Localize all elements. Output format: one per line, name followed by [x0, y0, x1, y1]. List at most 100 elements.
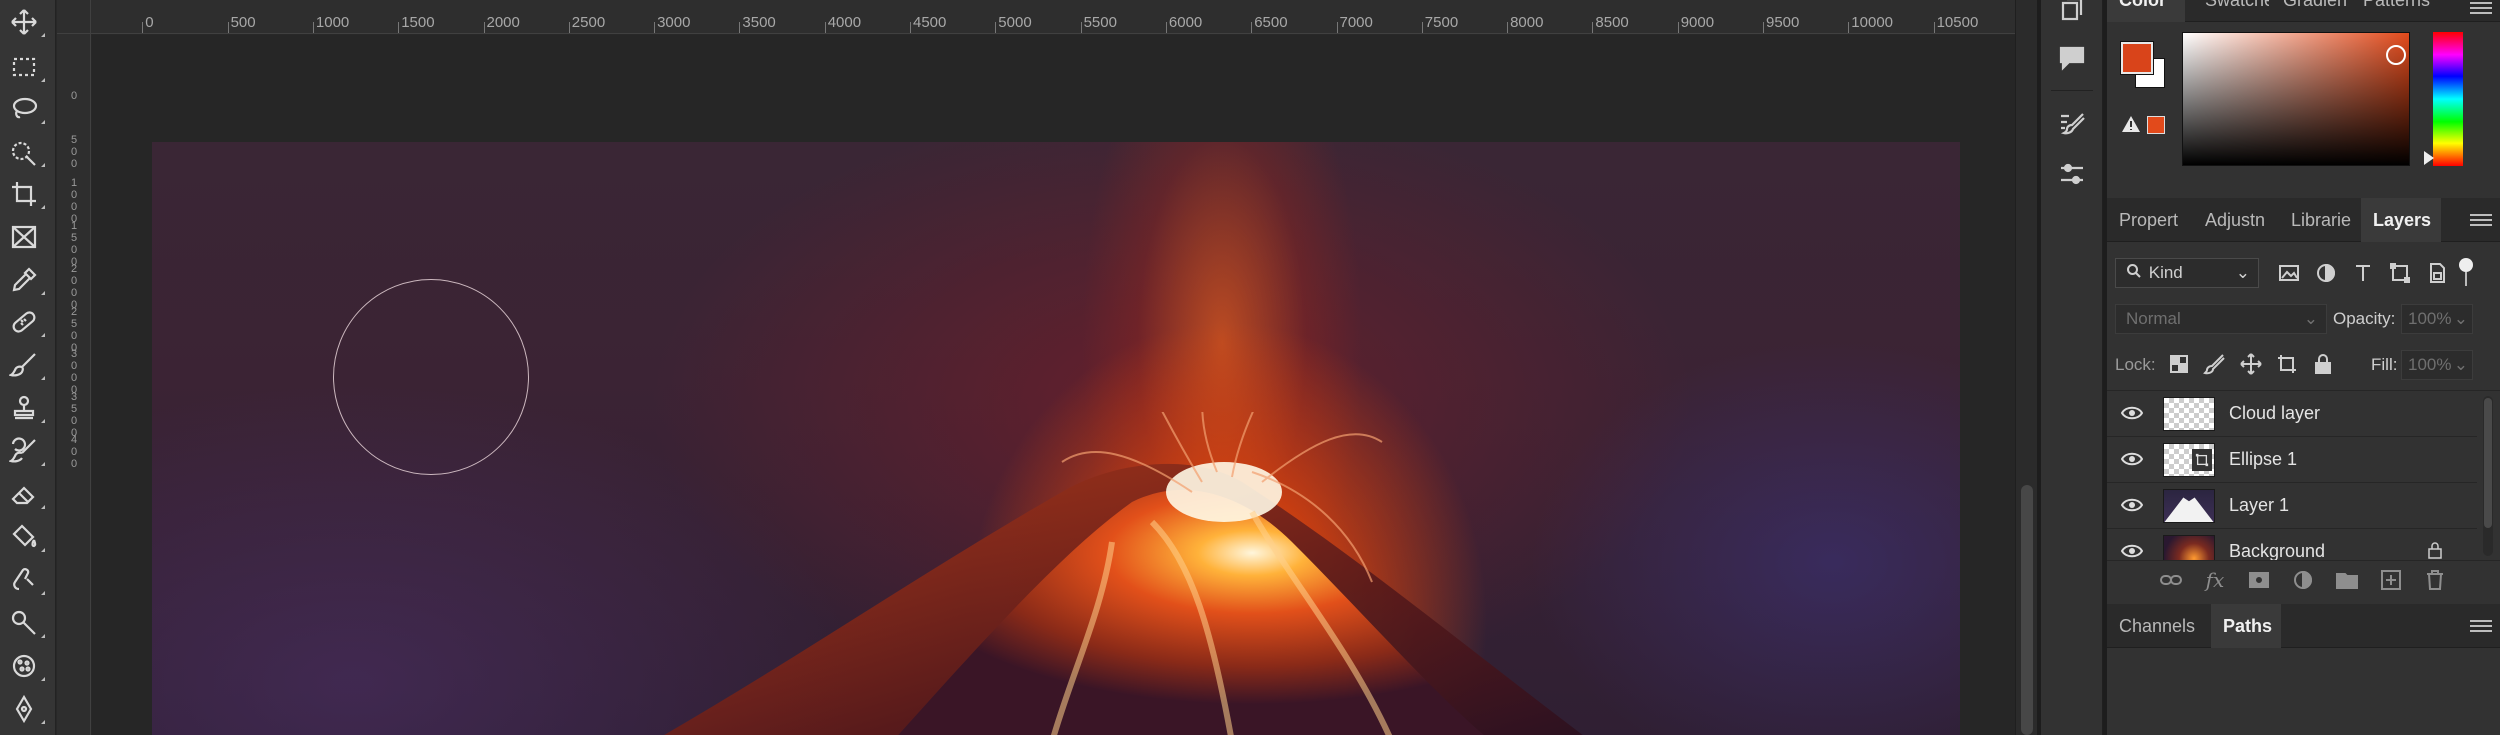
filter-type-layers-icon[interactable]	[2351, 261, 2375, 290]
eyedropper-tool-icon[interactable]	[6, 262, 45, 298]
fx-icon[interactable]: fx	[2201, 566, 2229, 594]
layer-filter-select[interactable]: Kind ⌄	[2115, 258, 2259, 288]
clone-stamp-tool-icon[interactable]	[6, 390, 45, 426]
hue-slider[interactable]	[2433, 32, 2463, 166]
tab-properties[interactable]: Propert	[2107, 198, 2193, 242]
link-layers-icon[interactable]	[2157, 566, 2185, 594]
scrollbar-thumb[interactable]	[2021, 485, 2033, 735]
horizontal-ruler[interactable]: 5000 500 1000 1500 2000 2500 3000 3500 4000 4500 5…	[57, 0, 2015, 34]
filter-toggle-stem	[2465, 272, 2467, 286]
lasso-tool-icon[interactable]	[6, 91, 45, 127]
ruler-tick-label: 6500	[1254, 14, 1288, 31]
opacity-input[interactable]: 100% ⌄	[2401, 304, 2473, 334]
history-brush-tool-icon[interactable]	[6, 433, 45, 469]
fill-input[interactable]: 100% ⌄	[2401, 350, 2473, 380]
crop-tool-icon[interactable]	[6, 176, 45, 212]
ruler-tick-mark	[995, 22, 997, 33]
layer-row-ellipse-1[interactable]: Ellipse 1	[2107, 437, 2477, 483]
tab-swatches[interactable]: Swatche	[2193, 0, 2269, 22]
healing-brush-tool-icon[interactable]	[6, 304, 45, 340]
quick-selection-tool-icon[interactable]	[6, 134, 45, 170]
tab-paths[interactable]: Paths	[2211, 604, 2281, 648]
filter-adjustment-layers-icon[interactable]	[2314, 261, 2338, 290]
layers-panel-menu-icon[interactable]	[2470, 214, 2492, 228]
hue-slider-handle[interactable]	[2424, 151, 2434, 165]
lock-image-pixels-icon[interactable]	[2203, 352, 2227, 381]
layer-name[interactable]: Background	[2229, 541, 2325, 560]
ruler-tick-label: 8000	[1510, 14, 1544, 31]
layer-row-cloud-layer[interactable]: Cloud layer	[2107, 391, 2477, 437]
gamut-color-swatch[interactable]	[2147, 116, 2165, 134]
vertical-scrollbar[interactable]	[2015, 0, 2037, 735]
layers-scrollbar-thumb[interactable]	[2484, 398, 2492, 528]
adjustment-layer-icon[interactable]	[2289, 566, 2317, 594]
ruler-origin[interactable]	[57, 0, 91, 34]
eraser-tool-icon[interactable]	[6, 476, 45, 512]
history-icon[interactable]	[2054, 0, 2090, 30]
dodge-tool-icon[interactable]	[6, 605, 45, 641]
canvas-workspace[interactable]	[92, 35, 2015, 735]
layer-row-background[interactable]: Background	[2107, 529, 2477, 560]
tab-patterns[interactable]: Patterns	[2351, 0, 2447, 22]
layer-name[interactable]: Layer 1	[2229, 495, 2289, 516]
trash-icon[interactable]	[2421, 566, 2449, 594]
tab-color[interactable]: Color	[2107, 0, 2185, 22]
document-canvas[interactable]	[152, 142, 1960, 735]
brush-cursor	[333, 279, 529, 475]
color-picker-handle[interactable]	[2386, 45, 2406, 65]
properties-sliders-icon[interactable]	[2054, 156, 2090, 192]
lock-all-icon[interactable]	[2311, 352, 2335, 381]
move-tool-icon[interactable]	[6, 4, 45, 40]
saturation-value-field[interactable]	[2182, 32, 2410, 166]
visibility-eye-icon[interactable]	[2120, 405, 2144, 421]
lock-artboard-icon[interactable]	[2275, 352, 2299, 381]
tab-layers[interactable]: Layers	[2361, 198, 2441, 242]
filter-toggle-switch[interactable]	[2459, 258, 2473, 272]
layer-thumbnail	[2163, 535, 2215, 560]
ruler-tick-label: 4 0 0	[70, 434, 78, 470]
layer-name[interactable]: Ellipse 1	[2229, 449, 2297, 470]
tab-adjustments[interactable]: Adjustn	[2193, 198, 2279, 242]
layers-list: Cloud layer Ellipse 1 Layer 1 Background	[2107, 390, 2500, 560]
tab-libraries[interactable]: Librarie	[2279, 198, 2361, 242]
lock-position-icon[interactable]	[2239, 352, 2263, 381]
comments-icon[interactable]	[2054, 40, 2090, 76]
brush-settings-icon[interactable]	[2054, 106, 2090, 142]
layer-row-layer-1[interactable]: Layer 1	[2107, 483, 2477, 529]
layers-panel-tabs: Propert Adjustn Librarie Layers	[2107, 198, 2500, 242]
lock-transparent-pixels-icon[interactable]	[2167, 352, 2191, 381]
layer-name[interactable]: Cloud layer	[2229, 403, 2320, 424]
ruler-tick-mark	[910, 22, 911, 33]
visibility-eye-icon[interactable]	[2120, 497, 2144, 513]
paths-panel-menu-icon[interactable]	[2470, 620, 2492, 634]
frame-tool-icon[interactable]	[6, 219, 42, 255]
ruler-tick-mark	[739, 22, 741, 33]
filter-shape-layers-icon[interactable]	[2388, 261, 2412, 290]
layer-lock-icon[interactable]	[2427, 541, 2443, 560]
ruler-tick-label: 3 0 0 0	[70, 348, 78, 396]
color-panel-menu-icon[interactable]	[2470, 2, 2492, 16]
ruler-tick-mark	[1763, 22, 1764, 33]
vertical-ruler[interactable]: 005 0 01 0 0 01 5 0 02 0 0 02 5 0 03 0 0…	[57, 22, 91, 735]
visibility-eye-icon[interactable]	[2120, 543, 2144, 559]
blend-mode-select[interactable]: Normal ⌄	[2115, 304, 2327, 334]
new-layer-icon[interactable]	[2377, 566, 2405, 594]
visibility-eye-icon[interactable]	[2120, 451, 2144, 467]
smudge-tool-icon[interactable]	[6, 562, 45, 598]
brush-tool-icon[interactable]	[6, 347, 45, 383]
ruler-tick-label: 2 0 0 0	[70, 263, 78, 311]
add-mask-icon[interactable]	[2245, 566, 2273, 594]
group-folder-icon[interactable]	[2333, 566, 2361, 594]
sponge-tool-icon[interactable]	[6, 648, 45, 684]
paint-bucket-tool-icon[interactable]	[6, 519, 45, 555]
ruler-tick-label: 5 0 0	[70, 134, 78, 170]
tab-gradients[interactable]: Gradien	[2271, 0, 2347, 22]
foreground-color-swatch[interactable]	[2120, 41, 2154, 75]
filter-pixel-layers-icon[interactable]	[2277, 261, 2301, 290]
marquee-tool-icon[interactable]	[6, 49, 45, 85]
filter-smart-objects-icon[interactable]	[2425, 261, 2449, 290]
layers-scrollbar[interactable]	[2483, 396, 2493, 556]
ruler-tick-label: 0	[145, 14, 154, 31]
pen-tool-icon[interactable]	[6, 691, 45, 727]
tab-channels[interactable]: Channels	[2107, 604, 2211, 648]
